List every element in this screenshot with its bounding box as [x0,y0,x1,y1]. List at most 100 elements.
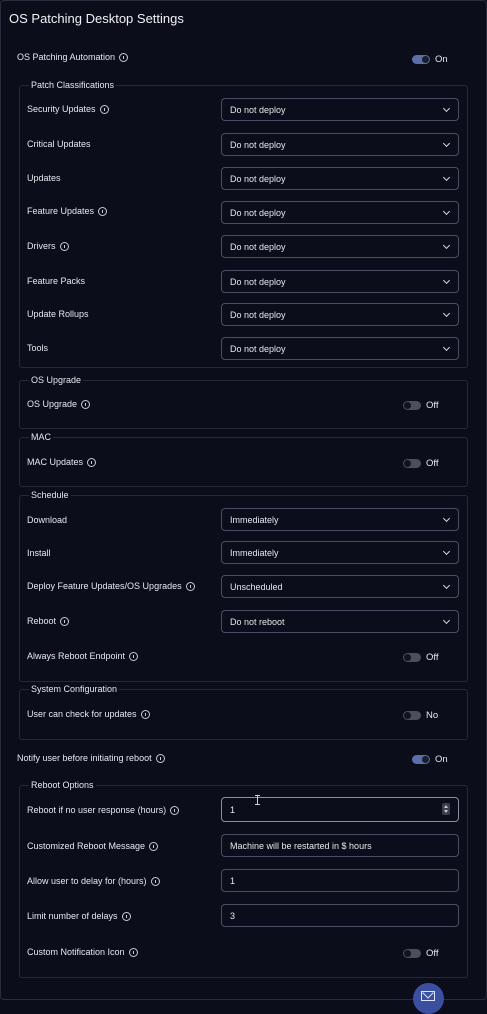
updates-select[interactable]: Do not deploy [221,167,459,190]
chevron-down-icon [442,104,451,113]
toggle-switch[interactable] [403,711,421,720]
row-install: Install [27,548,51,558]
row-label: MAC Updates [27,457,84,467]
feature-updates-select[interactable]: Do not deploy [221,201,459,224]
user-check-updates-toggle[interactable]: No [403,710,438,721]
row-critical-updates: Critical Updates [27,139,91,149]
row-label: Critical Updates [27,139,91,149]
stepper-icon[interactable] [442,803,450,815]
info-icon[interactable] [155,753,165,763]
info-icon[interactable] [98,206,108,216]
toggle-switch[interactable] [412,755,430,764]
info-icon[interactable] [87,457,97,467]
toggle-state: Off [426,652,439,663]
section-legend: Schedule [29,490,71,500]
row-label: OS Upgrade [27,399,78,409]
notify-toggle[interactable]: On [412,754,448,765]
row-label: Feature Updates [27,206,95,216]
feature-packs-select[interactable]: Do not deploy [221,270,459,293]
help-button[interactable] [413,983,444,1014]
info-icon[interactable] [59,241,69,251]
select-value: Do not deploy [230,309,286,320]
reboot-message-input[interactable]: Machine will be restarted in $ hours [221,834,459,857]
row-feature-updates: Feature Updates [27,206,108,216]
row-label: Reboot if no user response (hours) [27,805,167,815]
automation-label: OS Patching Automation [17,52,116,62]
row-deploy-feature-updates: Deploy Feature Updates/OS Upgrades [27,581,195,591]
row-reboot-no-response: Reboot if no user response (hours) [27,805,180,815]
info-icon[interactable] [121,911,131,921]
section-legend: Reboot Options [29,780,96,790]
row-update-rollups: Update Rollups [27,309,89,319]
toggle-state: On [435,54,448,65]
section-legend: MAC [29,432,53,442]
info-icon[interactable] [60,616,70,626]
limit-delays-input[interactable]: 3 [221,904,459,927]
toggle-switch[interactable] [403,401,421,410]
row-custom-icon: Custom Notification Icon [27,947,138,957]
toggle-state: On [435,754,448,765]
row-os-upgrade: OS Upgrade [27,399,91,409]
select-value: Do not reboot [230,616,285,627]
row-label: Limit number of delays [27,911,118,921]
automation-toggle[interactable]: On [412,54,448,65]
info-icon[interactable] [128,947,138,957]
toggle-state: Off [426,948,439,959]
chevron-down-icon [442,514,451,523]
chevron-down-icon [442,207,451,216]
row-label: Custom Notification Icon [27,947,125,957]
reboot-select[interactable]: Do not reboot [221,610,459,633]
row-drivers: Drivers [27,241,69,251]
row-label: Tools [27,343,49,353]
info-icon[interactable] [185,581,195,591]
info-icon[interactable] [150,876,160,886]
notify-row: Notify user before initiating reboot [17,753,165,763]
info-icon[interactable] [99,104,109,114]
row-feature-packs: Feature Packs [27,276,85,286]
row-delay-hours: Allow user to delay for (hours) [27,876,160,886]
info-icon[interactable] [129,651,139,661]
deploy-feature-updates-select[interactable]: Unscheduled [221,575,459,598]
info-icon[interactable] [81,399,91,409]
drivers-select[interactable]: Do not deploy [221,235,459,258]
delay-hours-input[interactable]: 1 [221,869,459,892]
input-value: 1 [230,804,236,815]
toggle-state: Off [426,458,439,469]
mac-updates-toggle[interactable]: Off [403,458,439,469]
toggle-switch[interactable] [412,55,430,64]
section-legend: System Configuration [29,684,120,694]
info-icon[interactable] [170,805,180,815]
chevron-down-icon [442,173,451,182]
row-updates: Updates [27,173,61,183]
info-icon[interactable] [140,709,150,719]
text-cursor-icon [255,795,260,805]
reboot-options-section: Reboot Options Reboot if no user respons… [19,780,468,978]
download-select[interactable]: Immediately [221,508,459,531]
toggle-switch[interactable] [403,949,421,958]
toggle-switch[interactable] [403,459,421,468]
row-mac-updates: MAC Updates [27,457,97,467]
critical-updates-select[interactable]: Do not deploy [221,133,459,156]
toggle-state: Off [426,400,439,411]
install-select[interactable]: Immediately [221,541,459,564]
row-label: Allow user to delay for (hours) [27,876,147,886]
security-updates-select[interactable]: Do not deploy [221,98,459,121]
row-label: Customized Reboot Message [27,841,146,851]
custom-icon-toggle[interactable]: Off [403,948,439,959]
row-reboot-message: Customized Reboot Message [27,841,159,851]
row-label: Deploy Feature Updates/OS Upgrades [27,581,182,591]
patch-classifications-section: Patch Classifications Security Updates D… [19,80,468,368]
update-rollups-select[interactable]: Do not deploy [221,303,459,326]
info-icon[interactable] [149,841,159,851]
row-limit-delays: Limit number of delays [27,911,131,921]
os-upgrade-toggle[interactable]: Off [403,400,439,411]
row-label: Always Reboot Endpoint [27,651,126,661]
tools-select[interactable]: Do not deploy [221,337,459,360]
input-value: 1 [230,875,236,886]
input-value: Machine will be restarted in $ hours [230,840,372,851]
row-tools: Tools [27,343,48,353]
row-reboot: Reboot [27,616,70,626]
always-reboot-toggle[interactable]: Off [403,652,439,663]
toggle-switch[interactable] [403,653,421,662]
info-icon[interactable] [119,52,129,62]
